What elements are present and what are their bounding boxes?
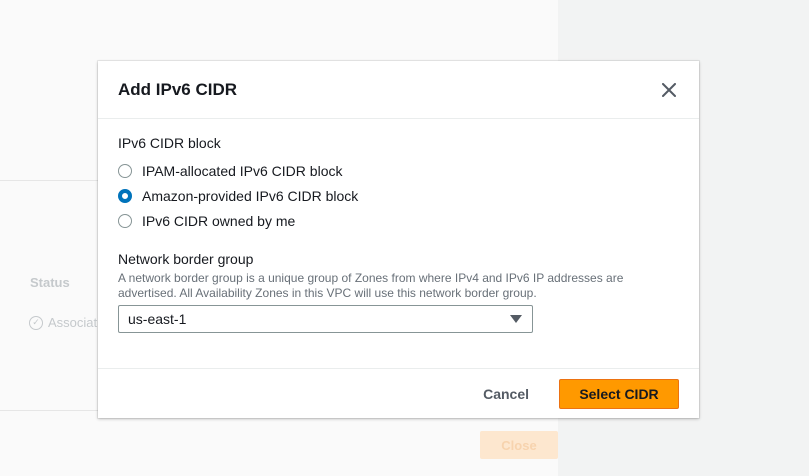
background-association-text: Associat	[48, 315, 98, 330]
network-border-group-description: A network border group is a unique group…	[118, 271, 624, 300]
radio-button[interactable]	[118, 163, 132, 178]
radio-owned-by-me[interactable]: IPv6 CIDR owned by me	[118, 208, 679, 233]
background-close-button: Close	[480, 431, 558, 459]
network-border-group-label: Network border group	[118, 251, 254, 267]
background-status-label: Status	[30, 275, 70, 290]
add-ipv6-cidr-modal: Add IPv6 CIDR IPv6 CIDR block IPAM-alloc…	[98, 61, 699, 418]
radio-ipam-allocated[interactable]: IPAM-allocated IPv6 CIDR block	[118, 158, 679, 183]
caret-down-icon	[510, 315, 522, 323]
network-border-group-field: Network border group A network border gr…	[118, 251, 679, 333]
close-icon[interactable]	[659, 80, 679, 100]
radio-button-selected[interactable]	[118, 188, 132, 203]
radio-amazon-provided[interactable]: Amazon-provided IPv6 CIDR block	[118, 183, 679, 208]
cancel-button[interactable]: Cancel	[471, 380, 541, 408]
cidr-block-label: IPv6 CIDR block	[118, 135, 221, 151]
modal-title: Add IPv6 CIDR	[118, 79, 238, 99]
select-cidr-button[interactable]: Select CIDR	[559, 378, 679, 409]
radio-button[interactable]	[118, 213, 132, 228]
radio-label: Amazon-provided IPv6 CIDR block	[142, 187, 359, 204]
radio-label: IPAM-allocated IPv6 CIDR block	[142, 162, 343, 179]
modal-header: Add IPv6 CIDR	[98, 61, 699, 119]
modal-footer: Cancel Select CIDR	[98, 368, 699, 418]
radio-label: IPv6 CIDR owned by me	[142, 212, 296, 229]
background-association-status: ✓ Associat	[29, 315, 97, 330]
modal-body: IPv6 CIDR block IPAM-allocated IPv6 CIDR…	[98, 119, 699, 333]
select-value: us-east-1	[128, 311, 187, 327]
cidr-block-radio-group: IPAM-allocated IPv6 CIDR block Amazon-pr…	[118, 158, 679, 233]
check-circle-icon: ✓	[29, 315, 43, 330]
network-border-group-select[interactable]: us-east-1	[118, 305, 533, 333]
